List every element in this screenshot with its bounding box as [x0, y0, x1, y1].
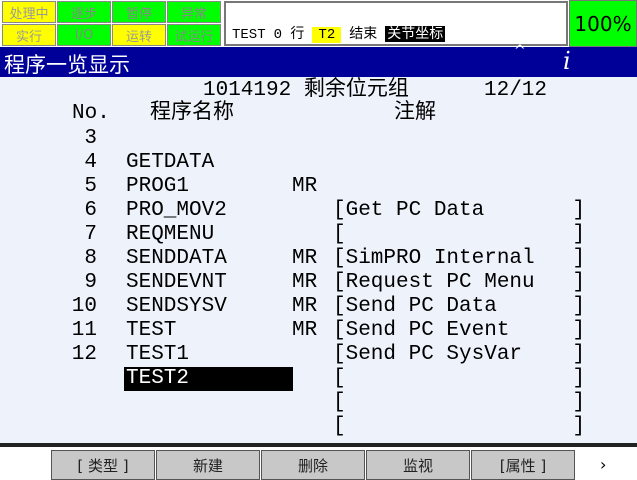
program-no: 7: [84, 223, 97, 246]
caret-up-icon: ^: [514, 43, 526, 59]
program-comment: [ ]: [333, 391, 586, 414]
program-no: 12: [71, 343, 97, 366]
program-no: 3: [84, 127, 97, 150]
speed-override[interactable]: 100%: [569, 0, 637, 47]
program-row[interactable]: 4 PROG1 [ ]: [0, 151, 637, 246]
indicator: 暂停: [112, 1, 166, 23]
program-row[interactable]: 7 SENDDATA MR [Send PC Data ]: [0, 223, 637, 318]
program-row[interactable]: 9 SENDSYSV MR [Send PC SysVar ]: [0, 271, 637, 366]
program-no: 11: [71, 319, 97, 342]
program-no: 5: [84, 175, 97, 198]
screen-title: 程序一览显示: [4, 53, 130, 77]
next-page-icon[interactable]: ›: [600, 455, 606, 474]
coord-system: 关节坐标: [385, 26, 446, 42]
indicator: 实行: [2, 24, 56, 46]
mode-badge: T2: [312, 27, 342, 43]
program-row[interactable]: 11 TEST1 [ ]: [0, 319, 637, 414]
page-indicator: 12/12: [484, 79, 548, 102]
program-list: 1014192 剩余位元组 12/12 No. 程序名称 注解 3 GETDATA M…: [0, 77, 637, 443]
function-key-1[interactable]: [ 类型 ]: [51, 450, 155, 480]
exec-state: 结束: [349, 27, 378, 43]
col-name: 程序名称: [150, 102, 234, 125]
program-comment: [ ]: [333, 415, 586, 438]
program-comment: [ ]: [333, 367, 586, 390]
function-key-5[interactable]: [属性 ]: [471, 450, 575, 480]
memory-remaining: 1014192 剩余位元组: [203, 79, 409, 102]
current-line: 0 行: [273, 27, 305, 43]
indicator: 运转: [112, 24, 166, 46]
program-no: 4: [84, 151, 97, 174]
status-line: TEST 0 行 T2 结束 关节坐标: [224, 1, 568, 46]
indicator: 异常: [167, 1, 221, 23]
col-comment: 注解: [394, 102, 436, 125]
program-no: 6: [84, 199, 97, 222]
program-no: 8: [84, 247, 97, 270]
function-key-2[interactable]: 新建: [156, 450, 260, 480]
program-row[interactable]: 6 REQMENU MR [Request PC Menu ]: [0, 199, 637, 294]
info-icon[interactable]: i: [563, 47, 571, 75]
program-row[interactable]: 8 SENDEVNT MR [Send PC Event ]: [0, 247, 637, 342]
program-row[interactable]: 3 GETDATA MR [Get PC Data ]: [0, 127, 637, 222]
function-key-3[interactable]: 删除: [261, 450, 365, 480]
indicator: 逐步: [57, 1, 111, 23]
indicator: I/O: [57, 24, 111, 46]
indicator: 试运行: [167, 24, 221, 46]
function-key-4[interactable]: 监视: [366, 450, 470, 480]
program-name[interactable]: TEST2: [124, 367, 293, 391]
program-row[interactable]: 10 TEST [ ]: [0, 295, 637, 390]
col-no: No.: [72, 102, 110, 125]
program-row[interactable]: 5 PRO_MOV2 [SimPRO Internal ]: [0, 175, 637, 270]
screen-title-bar: 程序一览显示 ^ i: [0, 43, 637, 77]
program-no: 9: [84, 271, 97, 294]
program-row[interactable]: 12 TEST2 [ ]: [0, 343, 637, 438]
program-no: 10: [71, 295, 97, 318]
indicator: 处理中: [2, 1, 56, 23]
function-key-bar: [ 类型 ] 新建 删除 监视 [属性 ] ›: [0, 443, 637, 480]
current-program: TEST: [232, 27, 266, 43]
